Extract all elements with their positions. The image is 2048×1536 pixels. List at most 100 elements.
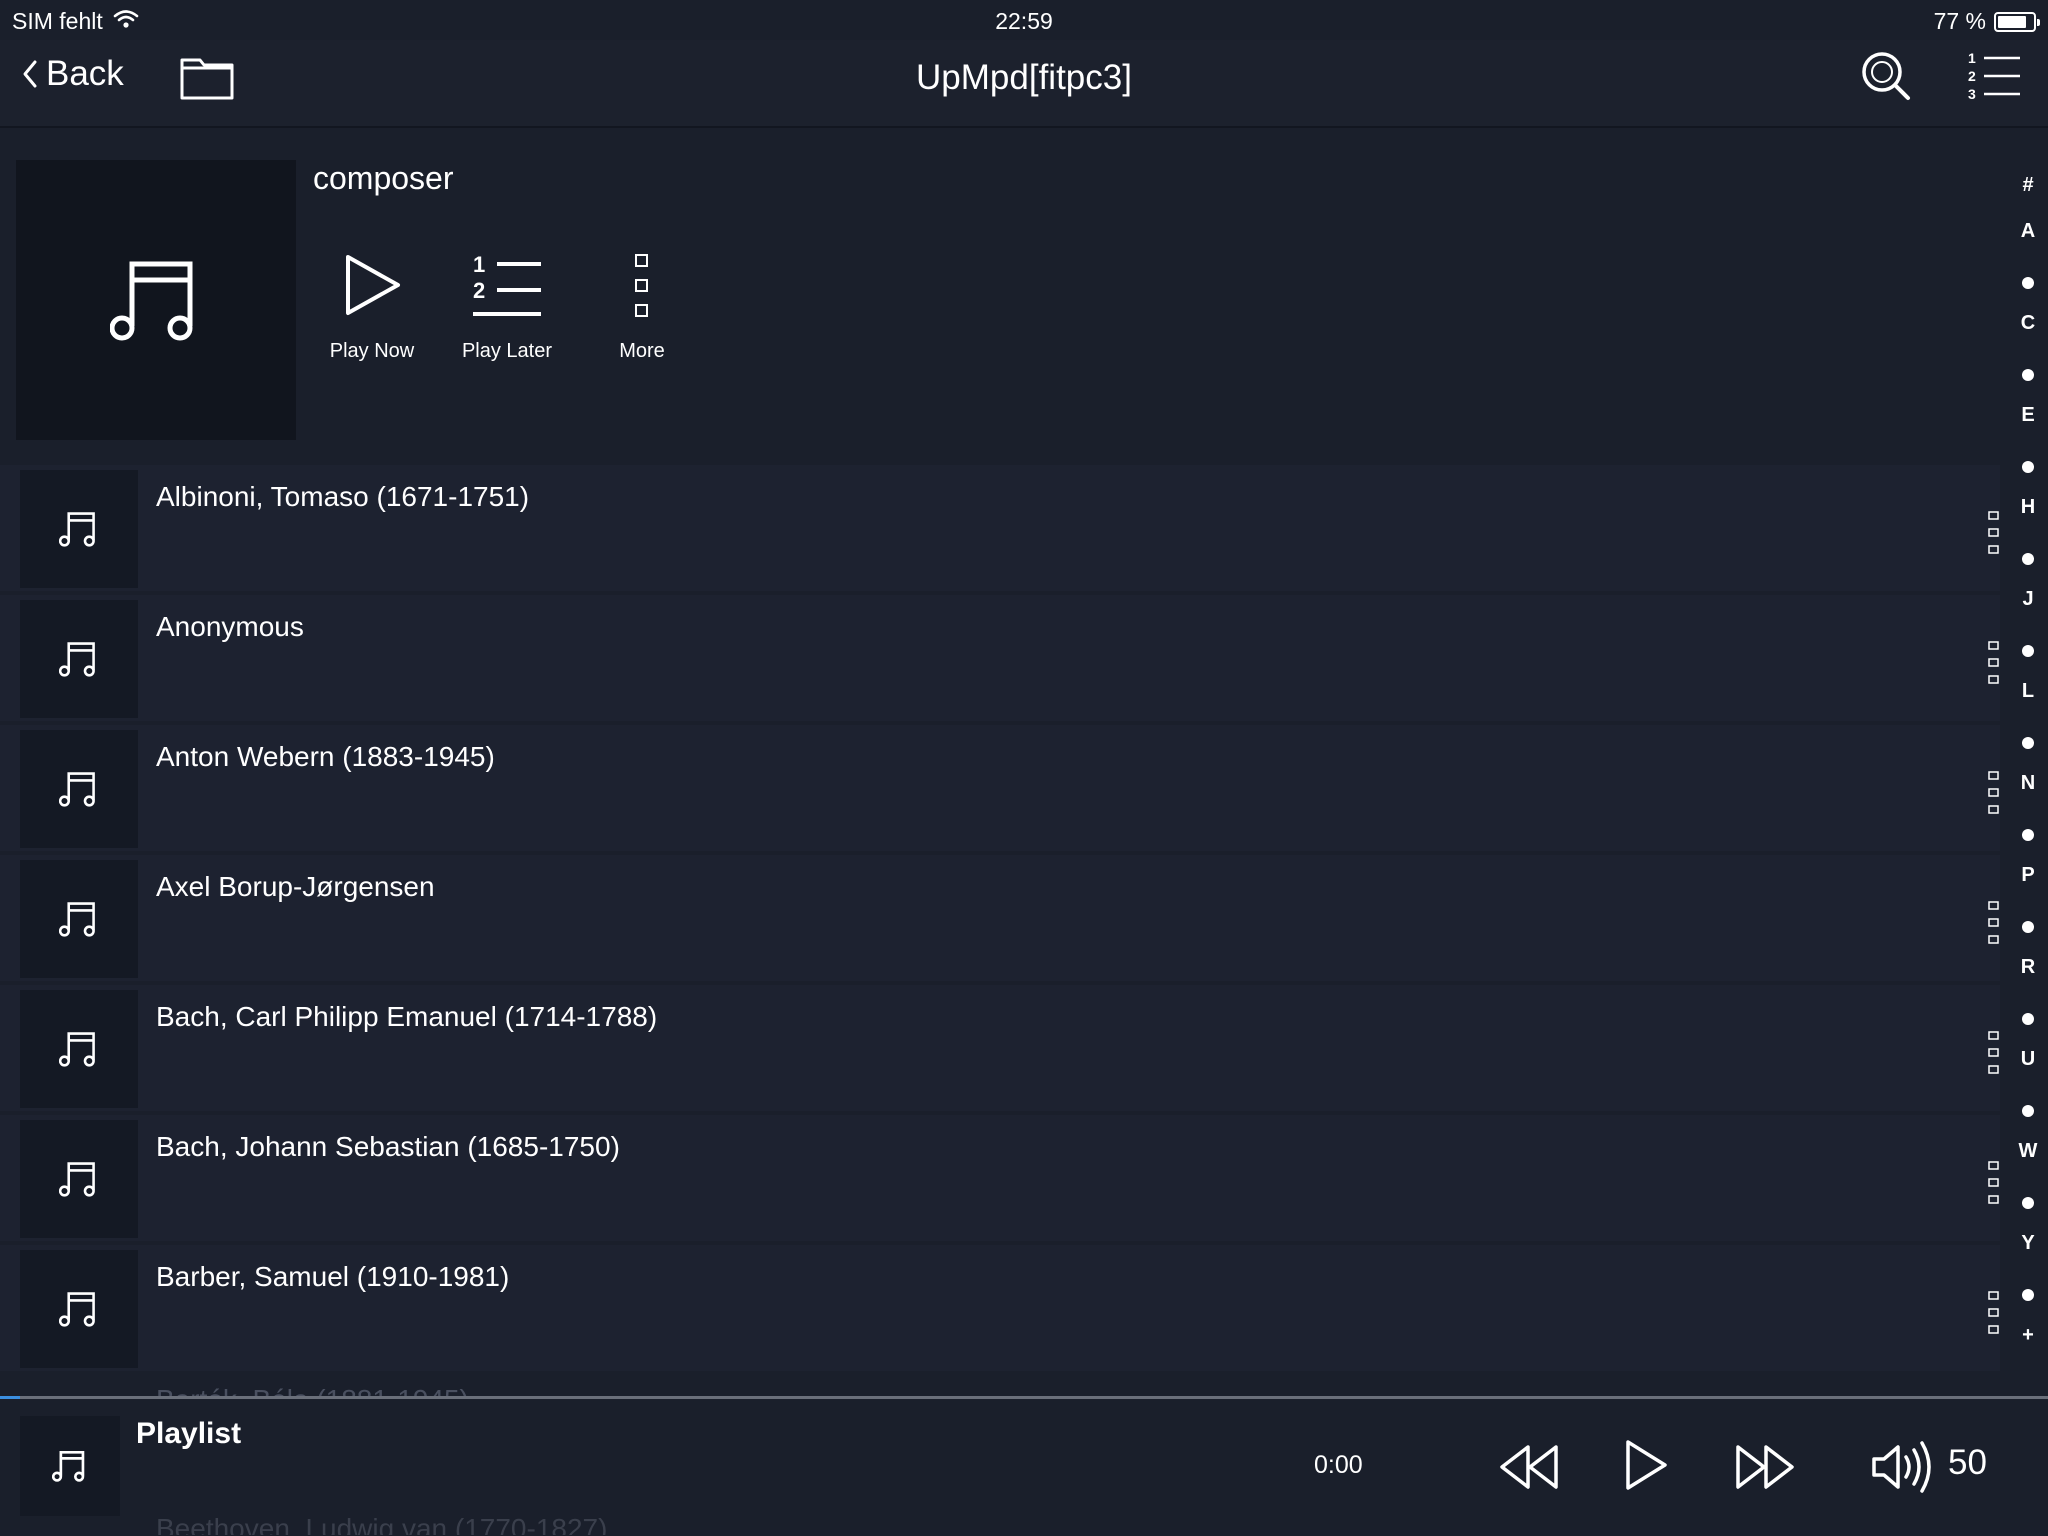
alphabet-index[interactable]: # A C E H J L N P R U W Y + bbox=[2010, 174, 2046, 1360]
music-note-icon bbox=[59, 772, 95, 807]
index-dot[interactable] bbox=[2022, 645, 2034, 657]
list-item-menu-button[interactable] bbox=[1984, 639, 2000, 687]
svg-text:2: 2 bbox=[473, 278, 485, 303]
list-item-label: Anton Webern (1883-1945) bbox=[156, 741, 495, 772]
index-letter[interactable]: C bbox=[2010, 312, 2046, 335]
list-item-label: Barber, Samuel (1910-1981) bbox=[156, 1261, 510, 1292]
index-dot[interactable] bbox=[2022, 921, 2034, 933]
index-letter[interactable]: + bbox=[2010, 1324, 2046, 1347]
play-button[interactable] bbox=[1622, 1437, 1670, 1498]
fast-forward-icon bbox=[1736, 1445, 1794, 1489]
list-item-label: Anonymous bbox=[156, 611, 304, 642]
list-item-artwork bbox=[20, 1250, 138, 1368]
index-letter[interactable]: A bbox=[2010, 220, 2046, 243]
index-dot[interactable] bbox=[2022, 277, 2034, 289]
list-item-menu-button[interactable] bbox=[1984, 769, 2000, 817]
list-item-artwork bbox=[20, 470, 138, 588]
list-item-label: Bach, Carl Philipp Emanuel (1714-1788) bbox=[156, 1001, 658, 1032]
more-icon bbox=[1988, 771, 1999, 814]
play-icon bbox=[346, 255, 400, 315]
index-dot[interactable] bbox=[2022, 1197, 2034, 1209]
index-dot[interactable] bbox=[2022, 1013, 2034, 1025]
index-letter[interactable]: U bbox=[2010, 1048, 2046, 1071]
list-item-artwork bbox=[20, 730, 138, 848]
index-letter[interactable]: E bbox=[2010, 404, 2046, 427]
composer-list: Albinoni, Tomaso (1671-1751) Anonymous Ant… bbox=[0, 465, 2000, 1393]
list-item-artwork bbox=[20, 860, 138, 978]
list-item-menu-button[interactable] bbox=[1984, 1159, 2000, 1207]
play-now-label: Play Now bbox=[329, 340, 415, 362]
list-item[interactable]: Axel Borup-Jørgensen bbox=[0, 855, 2000, 981]
index-dot[interactable] bbox=[2022, 829, 2034, 841]
more-icon bbox=[1988, 1291, 1999, 1334]
numbered-list-icon: 1 2 bbox=[473, 252, 541, 316]
index-letter[interactable]: Y bbox=[2010, 1232, 2046, 1255]
index-letter[interactable]: L bbox=[2010, 680, 2046, 703]
list-item[interactable]: Anton Webern (1883-1945) bbox=[0, 725, 2000, 851]
play-now-button[interactable]: Play Now bbox=[307, 230, 437, 363]
more-icon bbox=[1988, 641, 1999, 684]
index-letter[interactable]: N bbox=[2010, 772, 2046, 795]
list-item-menu-button[interactable] bbox=[1984, 1289, 2000, 1337]
more-icon bbox=[1988, 511, 1999, 554]
music-note-icon bbox=[59, 1032, 95, 1067]
player-bar: Playlist Beethoven, Ludwig van (1770-182… bbox=[0, 1399, 2048, 1536]
nav-bar: Back UpMpd[fitpc3] 1 2 3 bbox=[0, 40, 2048, 128]
index-letter[interactable]: W bbox=[2010, 1140, 2046, 1163]
index-dot[interactable] bbox=[2022, 1105, 2034, 1117]
list-item-menu-button[interactable] bbox=[1984, 899, 2000, 947]
more-icon bbox=[635, 254, 648, 317]
player-artwork[interactable] bbox=[20, 1416, 120, 1516]
list-item[interactable]: Anonymous bbox=[0, 595, 2000, 721]
list-item-label: Albinoni, Tomaso (1671-1751) bbox=[156, 481, 530, 512]
back-button[interactable]: Back bbox=[22, 54, 124, 94]
index-letter[interactable]: H bbox=[2010, 496, 2046, 519]
fast-forward-button[interactable] bbox=[1732, 1441, 1796, 1498]
index-dot[interactable] bbox=[2022, 553, 2034, 565]
player-title: Playlist bbox=[136, 1417, 242, 1450]
more-label: More bbox=[619, 340, 665, 362]
list-item[interactable]: Bach, Johann Sebastian (1685-1750) bbox=[0, 1115, 2000, 1241]
list-item-artwork bbox=[20, 990, 138, 1108]
queue-button[interactable]: 1 2 3 bbox=[1966, 48, 2022, 109]
page-title: UpMpd[fitpc3] bbox=[916, 58, 1132, 97]
back-label: Back bbox=[46, 54, 124, 93]
search-button[interactable] bbox=[1858, 48, 1914, 109]
index-dot[interactable] bbox=[2022, 1289, 2034, 1301]
list-item-menu-button[interactable] bbox=[1984, 509, 2000, 557]
header-title: composer bbox=[313, 160, 454, 196]
music-note-icon bbox=[59, 1162, 95, 1197]
search-icon bbox=[1862, 52, 1910, 100]
music-note-icon bbox=[59, 642, 95, 677]
index-dot[interactable] bbox=[2022, 461, 2034, 473]
list-item-ghost: Beethoven, Ludwig van (1770-1827) bbox=[156, 1513, 608, 1535]
list-item[interactable]: Albinoni, Tomaso (1671-1751) bbox=[0, 465, 2000, 591]
section-header: composer Play Now 1 2 Play Later More bbox=[0, 130, 2000, 460]
index-letter[interactable]: J bbox=[2010, 588, 2046, 611]
more-icon bbox=[1988, 1031, 1999, 1074]
list-item[interactable]: Barber, Samuel (1910-1981) bbox=[0, 1245, 2000, 1371]
index-dot[interactable] bbox=[2022, 369, 2034, 381]
music-note-icon bbox=[52, 1450, 85, 1482]
index-dot[interactable] bbox=[2022, 737, 2034, 749]
battery-icon bbox=[1994, 11, 2040, 32]
battery-percent: 77 % bbox=[1933, 8, 1986, 34]
index-letter[interactable]: # bbox=[2010, 174, 2046, 197]
list-item-menu-button[interactable] bbox=[1984, 1029, 2000, 1077]
index-letter[interactable]: P bbox=[2010, 864, 2046, 887]
status-time: 22:59 bbox=[995, 8, 1053, 34]
play-later-button[interactable]: 1 2 Play Later bbox=[442, 230, 572, 363]
status-right: 77 % bbox=[1933, 8, 2040, 35]
rewind-button[interactable] bbox=[1498, 1441, 1562, 1498]
list-item-artwork bbox=[20, 600, 138, 718]
list-item-label: Bach, Johann Sebastian (1685-1750) bbox=[156, 1131, 620, 1162]
volume-button[interactable] bbox=[1870, 1439, 1936, 1500]
speaker-icon bbox=[1872, 1441, 1931, 1493]
folder-icon bbox=[180, 58, 234, 100]
folder-button[interactable] bbox=[180, 54, 234, 107]
status-bar: SIM fehlt 22:59 77 % bbox=[0, 0, 2048, 40]
index-letter[interactable]: R bbox=[2010, 956, 2046, 979]
list-item[interactable]: Bach, Carl Philipp Emanuel (1714-1788) bbox=[0, 985, 2000, 1111]
player-time: 0:00 bbox=[1314, 1451, 1363, 1479]
more-button[interactable]: More bbox=[577, 230, 707, 363]
